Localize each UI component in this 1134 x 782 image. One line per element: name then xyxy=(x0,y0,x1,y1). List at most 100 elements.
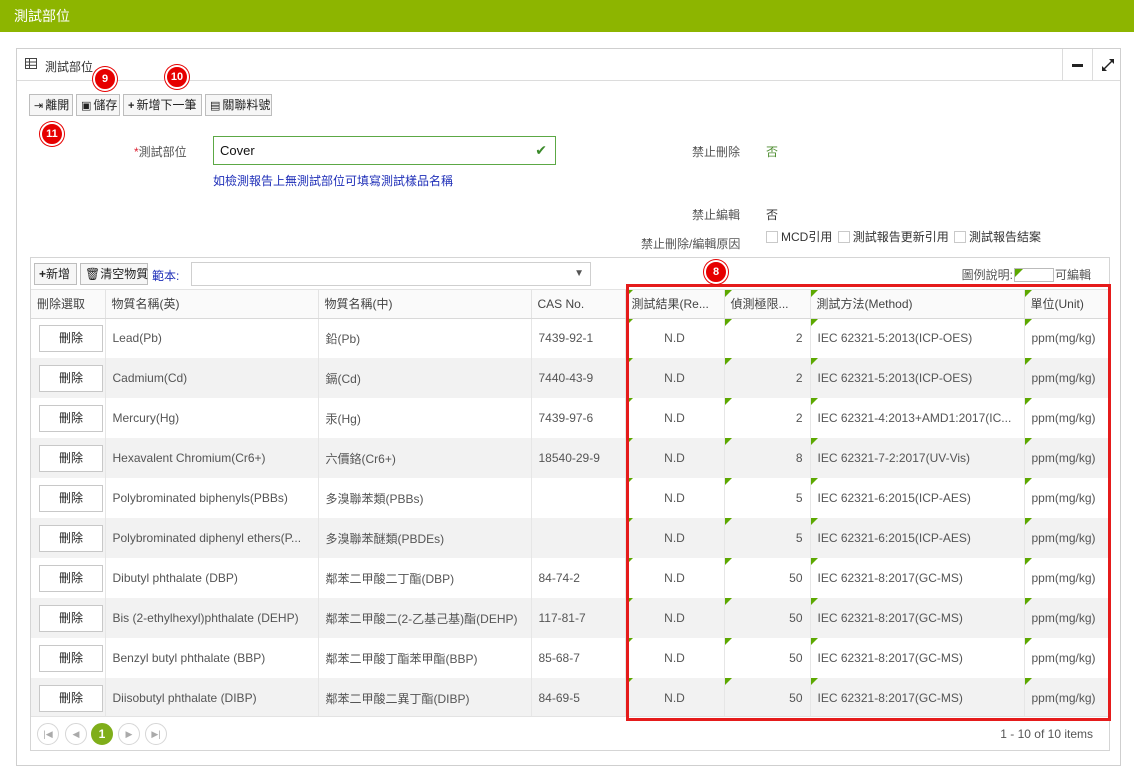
cell-name-zh[interactable]: 汞(Hg) xyxy=(318,398,532,438)
col-header-delete[interactable]: 刪除選取 xyxy=(31,290,106,319)
cell-result[interactable]: N.D xyxy=(625,478,725,518)
prev-page-button[interactable]: ◀ xyxy=(65,723,87,745)
cell-cas[interactable] xyxy=(531,518,626,558)
cell-limit[interactable]: 50 xyxy=(724,598,811,638)
cell-result[interactable]: N.D xyxy=(625,638,725,678)
col-header-cas[interactable]: CAS No. xyxy=(531,290,626,319)
cell-limit[interactable]: 2 xyxy=(724,318,811,358)
cell-result[interactable]: N.D xyxy=(625,398,725,438)
cell-name-en[interactable]: Benzyl butyl phthalate (BBP) xyxy=(105,638,319,678)
cell-result[interactable]: N.D xyxy=(625,558,725,598)
delete-row-button[interactable]: 刪除 xyxy=(39,364,103,392)
cell-name-en[interactable]: Bis (2-ethylhexyl)phthalate (DEHP) xyxy=(105,598,319,638)
cell-unit[interactable]: ppm(mg/kg) xyxy=(1024,518,1110,558)
cell-result[interactable]: N.D xyxy=(625,678,725,718)
col-header-result[interactable]: 測試結果(Re... xyxy=(625,290,725,319)
cell-name-zh[interactable]: 鄰苯二甲酸丁酯苯甲酯(BBP) xyxy=(318,638,532,678)
cell-cas[interactable]: 7440-43-9 xyxy=(531,358,626,398)
cell-cas[interactable] xyxy=(531,478,626,518)
leave-button[interactable]: ⇥ 離開 xyxy=(29,94,73,116)
cell-unit[interactable]: ppm(mg/kg) xyxy=(1024,438,1110,478)
cell-name-zh[interactable]: 六價鉻(Cr6+) xyxy=(318,438,532,478)
cell-method[interactable]: IEC 62321-6:2015(ICP-AES) xyxy=(810,518,1025,558)
cell-limit[interactable]: 2 xyxy=(724,398,811,438)
maximize-button[interactable] xyxy=(1092,49,1122,81)
test-part-input[interactable]: Cover ✔ xyxy=(213,136,556,165)
cell-name-en[interactable]: Lead(Pb) xyxy=(105,318,319,358)
delete-row-button[interactable]: 刪除 xyxy=(39,644,103,672)
cell-method[interactable]: IEC 62321-4:2013+AMD1:2017(IC... xyxy=(810,398,1025,438)
cell-unit[interactable]: ppm(mg/kg) xyxy=(1024,638,1110,678)
col-header-name-en[interactable]: 物質名稱(英) xyxy=(105,290,319,319)
cell-method[interactable]: IEC 62321-8:2017(GC-MS) xyxy=(810,638,1025,678)
cell-method[interactable]: IEC 62321-8:2017(GC-MS) xyxy=(810,598,1025,638)
cell-limit[interactable]: 50 xyxy=(724,558,811,598)
cell-unit[interactable]: ppm(mg/kg) xyxy=(1024,318,1110,358)
cell-limit[interactable]: 2 xyxy=(724,358,811,398)
add-row-button[interactable]: +新增 xyxy=(34,263,77,285)
col-header-limit[interactable]: 偵測極限... xyxy=(724,290,811,319)
cell-limit[interactable]: 50 xyxy=(724,678,811,718)
cell-result[interactable]: N.D xyxy=(625,518,725,558)
cell-limit[interactable]: 50 xyxy=(724,638,811,678)
col-header-name-zh[interactable]: 物質名稱(中) xyxy=(318,290,532,319)
clear-substances-button[interactable]: 🗑清空物質 xyxy=(80,263,148,285)
template-select[interactable]: ▼ xyxy=(191,262,591,286)
cell-name-zh[interactable]: 鉛(Pb) xyxy=(318,318,532,358)
cell-unit[interactable]: ppm(mg/kg) xyxy=(1024,558,1110,598)
cell-method[interactable]: IEC 62321-5:2013(ICP-OES) xyxy=(810,318,1025,358)
cell-name-en[interactable]: Mercury(Hg) xyxy=(105,398,319,438)
link-part-number-button[interactable]: ▤ 關聯料號 xyxy=(205,94,272,116)
cell-name-zh[interactable]: 多溴聯苯類(PBBs) xyxy=(318,478,532,518)
cell-method[interactable]: IEC 62321-5:2013(ICP-OES) xyxy=(810,358,1025,398)
cell-name-en[interactable]: Dibutyl phthalate (DBP) xyxy=(105,558,319,598)
col-header-method[interactable]: 測試方法(Method) xyxy=(810,290,1025,319)
next-page-button[interactable]: ▶ xyxy=(118,723,140,745)
cell-name-zh[interactable]: 多溴聯苯醚類(PBDEs) xyxy=(318,518,532,558)
cell-result[interactable]: N.D xyxy=(625,598,725,638)
cell-cas[interactable]: 84-69-5 xyxy=(531,678,626,718)
cell-cas[interactable]: 85-68-7 xyxy=(531,638,626,678)
add-next-button[interactable]: + 新增下一筆 xyxy=(123,94,202,116)
delete-row-button[interactable]: 刪除 xyxy=(39,444,103,472)
reason-option-mcd[interactable]: MCD引用 xyxy=(766,230,832,244)
save-button[interactable]: ▣ 儲存 xyxy=(76,94,120,116)
cell-result[interactable]: N.D xyxy=(625,438,725,478)
cell-limit[interactable]: 5 xyxy=(724,478,811,518)
cell-unit[interactable]: ppm(mg/kg) xyxy=(1024,358,1110,398)
cell-cas[interactable]: 7439-92-1 xyxy=(531,318,626,358)
last-page-button[interactable]: ▶| xyxy=(145,723,167,745)
cell-name-zh[interactable]: 鄰苯二甲酸二異丁酯(DIBP) xyxy=(318,678,532,718)
reason-option-report-close[interactable]: 測試報告結案 xyxy=(954,230,1041,244)
cell-result[interactable]: N.D xyxy=(625,318,725,358)
delete-row-button[interactable]: 刪除 xyxy=(39,524,103,552)
delete-row-button[interactable]: 刪除 xyxy=(39,564,103,592)
cell-unit[interactable]: ppm(mg/kg) xyxy=(1024,598,1110,638)
delete-row-button[interactable]: 刪除 xyxy=(39,324,103,352)
cell-method[interactable]: IEC 62321-7-2:2017(UV-Vis) xyxy=(810,438,1025,478)
cell-name-en[interactable]: Polybrominated biphenyls(PBBs) xyxy=(105,478,319,518)
cell-name-en[interactable]: Polybrominated diphenyl ethers(P... xyxy=(105,518,319,558)
cell-limit[interactable]: 5 xyxy=(724,518,811,558)
page-1-button[interactable]: 1 xyxy=(91,723,113,745)
cell-cas[interactable]: 84-74-2 xyxy=(531,558,626,598)
delete-row-button[interactable]: 刪除 xyxy=(39,404,103,432)
cell-unit[interactable]: ppm(mg/kg) xyxy=(1024,678,1110,718)
cell-cas[interactable]: 117-81-7 xyxy=(531,598,626,638)
cell-unit[interactable]: ppm(mg/kg) xyxy=(1024,478,1110,518)
cell-name-zh[interactable]: 鎘(Cd) xyxy=(318,358,532,398)
cell-name-zh[interactable]: 鄰苯二甲酸二丁酯(DBP) xyxy=(318,558,532,598)
minimize-button[interactable] xyxy=(1062,49,1092,81)
cell-method[interactable]: IEC 62321-8:2017(GC-MS) xyxy=(810,678,1025,718)
first-page-button[interactable]: |◀ xyxy=(37,723,59,745)
cell-name-en[interactable]: Diisobutyl phthalate (DIBP) xyxy=(105,678,319,718)
cell-unit[interactable]: ppm(mg/kg) xyxy=(1024,398,1110,438)
cell-method[interactable]: IEC 62321-8:2017(GC-MS) xyxy=(810,558,1025,598)
cell-cas[interactable]: 18540-29-9 xyxy=(531,438,626,478)
delete-row-button[interactable]: 刪除 xyxy=(39,484,103,512)
cell-name-en[interactable]: Hexavalent Chromium(Cr6+) xyxy=(105,438,319,478)
col-header-unit[interactable]: 單位(Unit) xyxy=(1024,290,1110,319)
reason-option-report-update[interactable]: 測試報告更新引用 xyxy=(837,230,949,244)
delete-row-button[interactable]: 刪除 xyxy=(39,684,103,712)
cell-cas[interactable]: 7439-97-6 xyxy=(531,398,626,438)
